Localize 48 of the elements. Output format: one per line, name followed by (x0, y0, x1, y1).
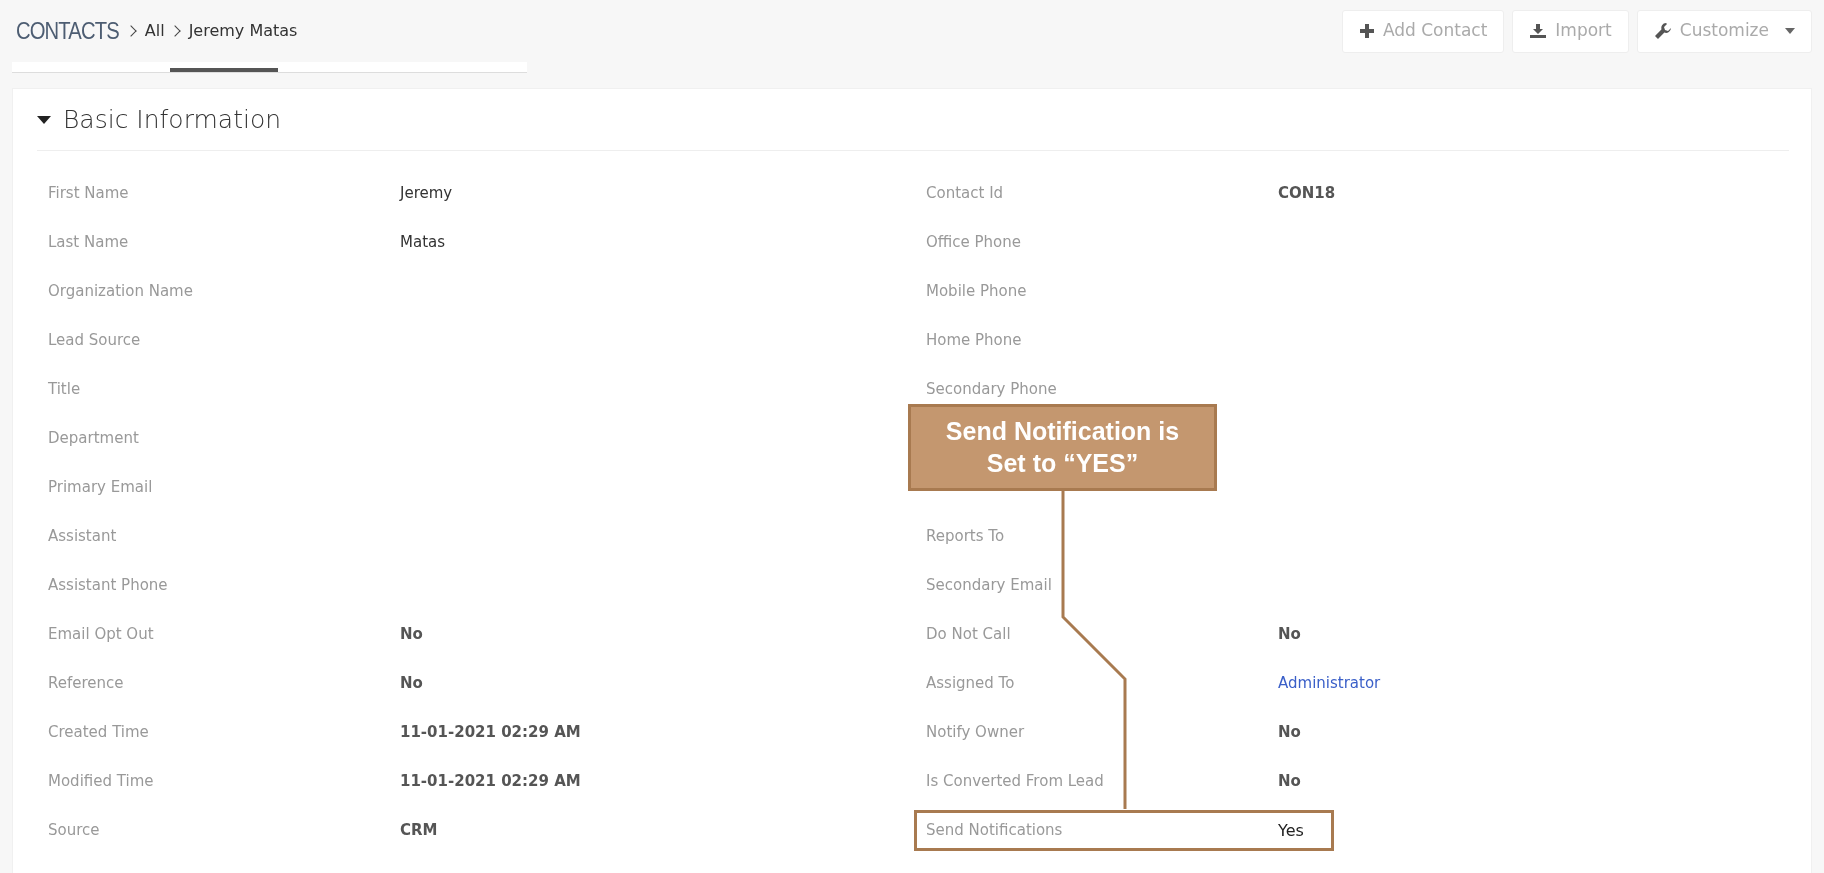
field-label: Assigned To (926, 674, 1015, 693)
breadcrumb-link[interactable]: Jeremy Matas (188, 19, 298, 43)
field-label: Is Converted From Lead (926, 772, 1104, 791)
field-label: Email Opt Out (48, 625, 154, 644)
field-value: Matas (400, 232, 446, 254)
field-label: Home Phone (926, 331, 1022, 350)
field-label: Secondary Phone (926, 380, 1057, 399)
field-label: Notify Owner (926, 723, 1025, 742)
field-label: Last Name (48, 233, 129, 252)
toggle-caret-icon[interactable] (37, 115, 51, 124)
field-value: 11-01-2021 02:29 AM (400, 722, 581, 744)
field-label: Reference (48, 674, 124, 693)
plus-icon (1358, 23, 1375, 39)
field-label: Reports To (926, 527, 1005, 546)
field-value: No (1278, 624, 1301, 646)
field-value: Jeremy (400, 183, 453, 205)
field-value: No (1278, 771, 1301, 793)
field-label: First Name (48, 184, 129, 203)
field-value: 11-01-2021 02:29 AM (400, 771, 581, 793)
field-value: No (400, 624, 423, 646)
tray-arrow-icon (1529, 23, 1548, 39)
field-label: Office Phone (926, 233, 1022, 252)
field-label: Secondary Email (926, 576, 1052, 595)
field-value: No (400, 673, 423, 695)
field-label: Source (48, 821, 100, 840)
section-title: Basic Information (63, 103, 282, 136)
field-value: No (1278, 722, 1301, 744)
field-value: CON18 (1278, 183, 1336, 205)
field-label: Assistant (48, 527, 117, 546)
field-value: Yes (1278, 819, 1304, 842)
module-link[interactable]: CONTACTS (16, 13, 119, 49)
field-value: CRM (400, 820, 438, 842)
field-label: Assistant Phone (48, 576, 168, 595)
callout-label: Send Notification is Set to “YES” (908, 404, 1217, 491)
field-link[interactable]: Administrator (1278, 672, 1381, 695)
field-label: Organization Name (48, 282, 193, 301)
breadcrumb-link[interactable]: All (144, 19, 165, 43)
field-label: Primary Email (48, 478, 153, 497)
field-label: Contact Id (926, 184, 1004, 203)
field-label: Lead Source (48, 331, 141, 350)
field-label: Created Time (48, 723, 149, 742)
field-label: Modified Time (48, 772, 154, 791)
field-label: Mobile Phone (926, 282, 1027, 301)
field-label: Send Notifications (926, 821, 1063, 840)
field-label: Department (48, 429, 139, 448)
field-label: Do Not Call (926, 625, 1011, 644)
wrench-icon (1653, 22, 1672, 40)
field-label: Title (48, 380, 81, 399)
